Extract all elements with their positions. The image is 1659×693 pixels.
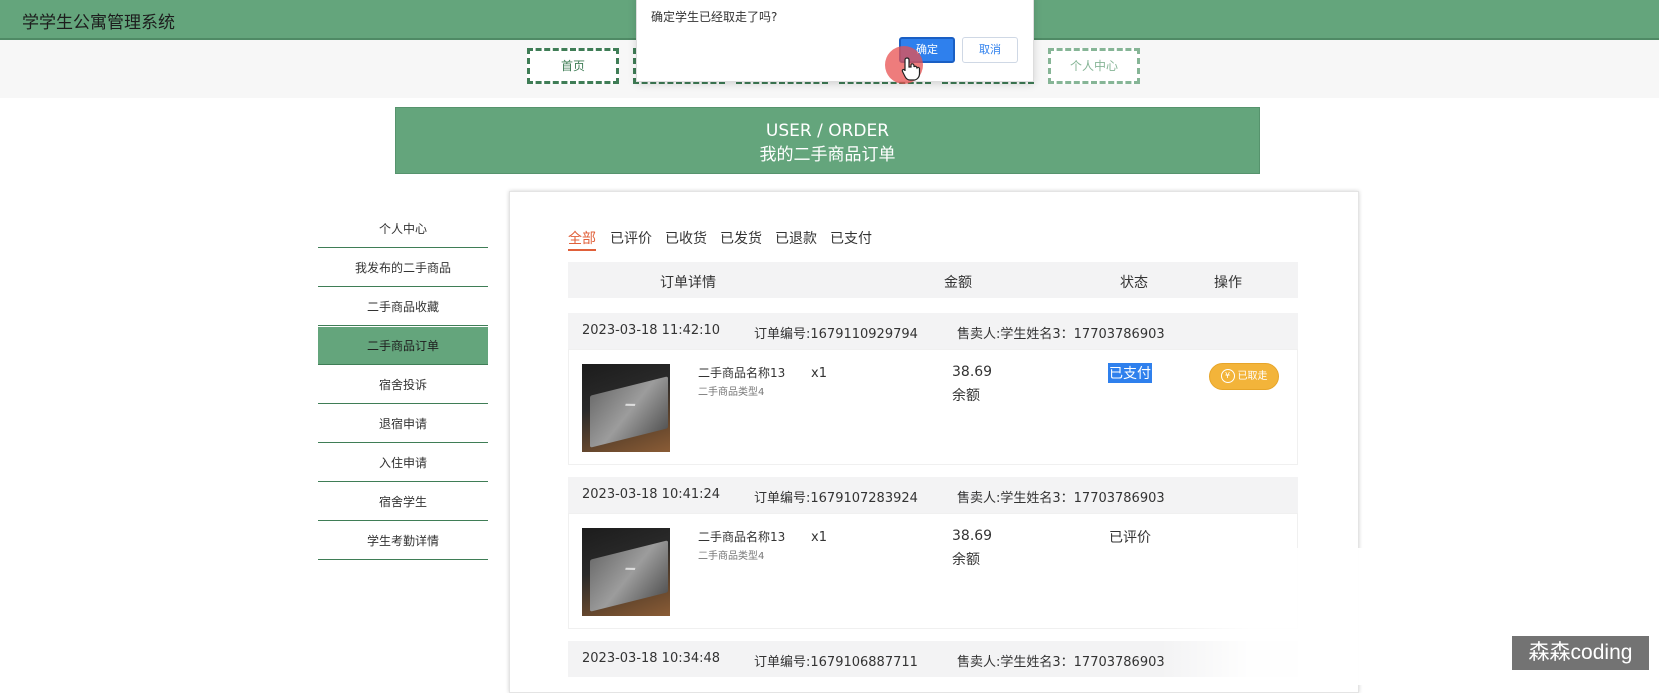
sidebar-item-goods-orders[interactable]: 二手商品订单	[318, 327, 488, 365]
order-header: 2023-03-18 11:42:10 订单编号:1679110929794 售…	[568, 313, 1298, 349]
sidebar: 个人中心 我发布的二手商品 二手商品收藏 二手商品订单 宿舍投诉 退宿申请 入住…	[298, 192, 508, 692]
yen-icon: ¥	[1220, 369, 1235, 383]
cancel-button[interactable]: 取消	[962, 37, 1018, 63]
sidebar-item-personal-center[interactable]: 个人中心	[318, 210, 488, 248]
header-status: 状态	[1120, 275, 1148, 291]
order-status: 已评价	[1109, 530, 1151, 546]
order-row: 二手商品名称13 二手商品类型4 x1 38.69 余额 已支付 ¥ 已取走	[568, 349, 1298, 465]
header-amount: 金额	[944, 275, 972, 291]
sidebar-item-dorm-students[interactable]: 宿舍学生	[318, 483, 488, 521]
order-seller: 售卖人:学生姓名3：17703786903	[957, 491, 1165, 506]
confirm-dialog: 确定学生已经取走了吗? 确定 取消	[636, 0, 1034, 82]
nav-item-personal-center[interactable]: 个人中心	[1048, 48, 1140, 84]
banner-en-title: USER / ORDER	[765, 121, 890, 141]
product-name[interactable]: 二手商品名称13	[698, 364, 785, 381]
laptop-image	[590, 540, 668, 612]
order-datetime: 2023-03-18 10:34:48	[582, 651, 721, 666]
tab-all[interactable]: 全部	[568, 228, 596, 251]
order-number: 订单编号:1679107283924	[754, 491, 918, 506]
product-name[interactable]: 二手商品名称13	[698, 528, 785, 545]
pay-type: 余额	[952, 388, 980, 404]
header-action: 操作	[1214, 275, 1242, 291]
product-image[interactable]	[582, 528, 670, 616]
sidebar-item-checkin-request[interactable]: 入住申请	[318, 444, 488, 482]
order-header: 2023-03-18 10:41:24 订单编号:1679107283924 售…	[568, 477, 1298, 513]
order-amount: 38.69	[952, 364, 993, 380]
laptop-image	[590, 376, 668, 448]
order-number: 订单编号:1679110929794	[754, 327, 918, 342]
nav-item-home[interactable]: 首页	[527, 48, 619, 84]
product-qty: x1	[811, 366, 827, 381]
order-seller: 售卖人:学生姓名3：17703786903	[957, 327, 1165, 342]
tab-refunded[interactable]: 已退款	[775, 228, 817, 248]
product-type: 二手商品类型4	[698, 387, 765, 398]
banner-cn-title: 我的二手商品订单	[759, 145, 896, 165]
order-number: 订单编号:1679106887711	[754, 655, 918, 670]
header-order-detail: 订单详情	[660, 275, 716, 291]
product-type: 二手商品类型4	[698, 551, 765, 562]
dialog-message: 确定学生已经取走了吗?	[651, 10, 778, 24]
pay-type: 余额	[952, 552, 980, 568]
picked-up-button[interactable]: ¥ 已取走	[1209, 363, 1279, 390]
sidebar-item-my-published-goods[interactable]: 我发布的二手商品	[318, 249, 488, 287]
tab-reviewed[interactable]: 已评价	[610, 228, 652, 248]
tab-paid[interactable]: 已支付	[830, 228, 872, 248]
order-datetime: 2023-03-18 11:42:10	[582, 323, 721, 338]
fade-overlay	[1160, 548, 1380, 685]
sidebar-item-dorm-complaints[interactable]: 宿舍投诉	[318, 366, 488, 404]
picked-up-label: 已取走	[1237, 371, 1268, 382]
app-title: 学学生公寓管理系统	[22, 13, 175, 33]
sidebar-item-checkout-request[interactable]: 退宿申请	[318, 405, 488, 443]
tab-shipped[interactable]: 已发货	[720, 228, 762, 248]
page-banner: USER / ORDER 我的二手商品订单	[395, 107, 1260, 174]
sidebar-item-goods-favorites[interactable]: 二手商品收藏	[318, 288, 488, 326]
table-header: 订单详情 金额 状态 操作	[568, 262, 1298, 298]
order-status: 已支付	[1108, 363, 1152, 383]
product-image[interactable]	[582, 364, 670, 452]
order-amount: 38.69	[952, 528, 993, 544]
watermark: 森森coding	[1512, 636, 1649, 670]
order-seller: 售卖人:学生姓名3：17703786903	[957, 655, 1165, 670]
tab-received[interactable]: 已收货	[665, 228, 707, 248]
sidebar-item-attendance[interactable]: 学生考勤详情	[318, 522, 488, 560]
product-qty: x1	[811, 530, 827, 545]
hand-cursor-icon	[901, 57, 921, 81]
order-datetime: 2023-03-18 10:41:24	[582, 487, 721, 502]
